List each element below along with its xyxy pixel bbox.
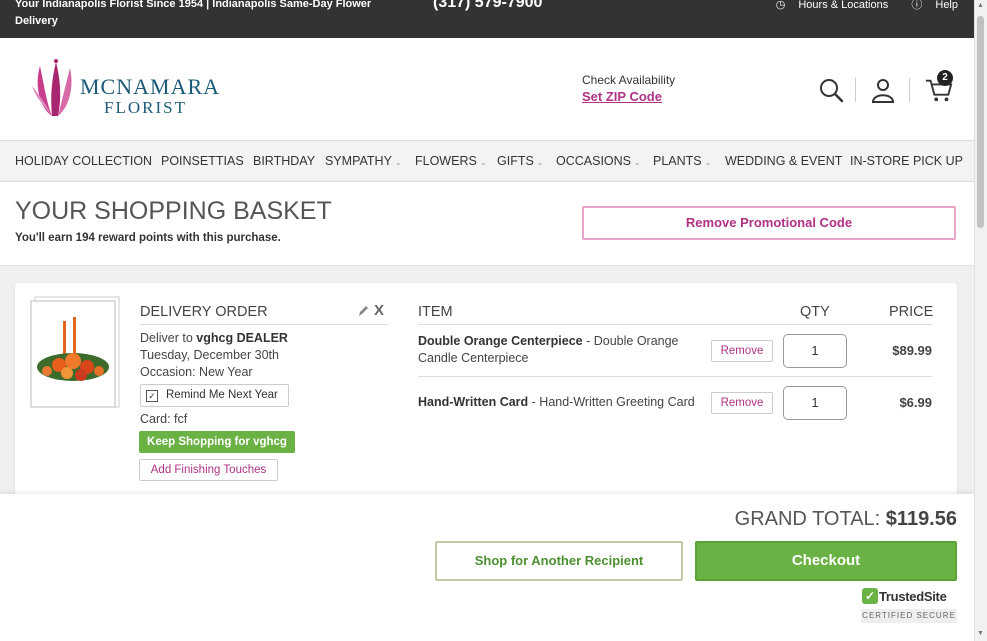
nav-item-flowers[interactable]: FLOWERS ⌄ (415, 154, 487, 168)
remove-promo-button[interactable]: Remove Promotional Code (582, 206, 956, 240)
quantity-input[interactable]: 1 (783, 334, 847, 368)
close-icon[interactable]: X (374, 302, 384, 319)
trusted-site-badge[interactable]: ✓ TrustedSite CERTIFIED SECURE (861, 587, 958, 625)
grand-total-value: $119.56 (885, 508, 957, 530)
phone-number[interactable]: (317) 579-7900 (433, 0, 542, 12)
user-icon[interactable] (869, 76, 897, 104)
delivery-order-heading: DELIVERY ORDER (140, 304, 268, 320)
divider (140, 324, 389, 325)
utility-links: ◷ Hours & Locations ⓘ Help (756, 0, 958, 12)
item-name-2: Hand-Written Card - Hand-Written Greetin… (418, 395, 695, 409)
col-header-price: PRICE (889, 304, 934, 320)
checkout-footer: GRAND TOTAL: $119.56 Shop for Another Re… (0, 494, 974, 641)
check-icon: ✓ (862, 588, 878, 604)
divider (418, 324, 932, 325)
header-divider (909, 78, 910, 102)
add-finishing-touches-button[interactable]: Add Finishing Touches (139, 459, 278, 481)
quantity-input[interactable]: 1 (783, 386, 847, 420)
top-bar: Your Indianapolis Florist Since 1954 | I… (0, 0, 974, 38)
site-logo[interactable]: MCNAMARA FLORIST (30, 56, 220, 121)
nav-item-in-store-pickup[interactable]: IN-STORE PICK UP (850, 154, 963, 168)
shop-another-recipient-button[interactable]: Shop for Another Recipient (435, 541, 683, 581)
item-price: $6.99 (899, 395, 932, 410)
site-header: MCNAMARA FLORIST Check Availability Set … (0, 38, 974, 141)
nav-item-poinsettias[interactable]: POINSETTIAS (161, 154, 244, 168)
item-price: $89.99 (892, 343, 932, 358)
card-message: Card: fcf (140, 412, 188, 426)
tagline: Your Indianapolis Florist Since 1954 | I… (15, 0, 372, 27)
recipient-name: vghcg DEALER (196, 331, 288, 345)
nav-item-holiday-collection[interactable]: HOLIDAY COLLECTION (15, 154, 152, 168)
remove-item-button[interactable]: Remove (711, 392, 773, 414)
chevron-down-icon: ⌄ (634, 158, 641, 167)
divider (418, 376, 932, 377)
col-header-qty: QTY (800, 304, 830, 320)
scroll-up-arrow-icon[interactable]: ▲ (977, 2, 984, 9)
pencil-icon[interactable] (357, 304, 369, 318)
remind-me-checkbox[interactable]: ✓ Remind Me Next Year (140, 384, 289, 407)
logo-flower-icon (32, 59, 72, 116)
scrollbar-thumb[interactable] (977, 16, 984, 228)
product-thumbnail[interactable] (29, 295, 121, 409)
nav-item-occasions[interactable]: OCCASIONS ⌄ (556, 154, 641, 168)
check-icon: ✓ (146, 390, 158, 402)
keep-shopping-button[interactable]: Keep Shopping for vghcg (139, 431, 295, 453)
chevron-down-icon: ⌄ (704, 158, 712, 167)
reward-points-text: You'll earn 194 reward points with this … (15, 232, 281, 244)
clock-icon: ◷ (775, 0, 786, 11)
set-zip-link[interactable]: Set ZIP Code (582, 89, 662, 104)
deliver-to-line: Deliver to vghcg DEALER (140, 331, 288, 345)
remove-item-button[interactable]: Remove (711, 340, 773, 362)
main-nav: HOLIDAY COLLECTION POINSETTIAS BIRTHDAY … (0, 142, 974, 182)
hours-link[interactable]: ◷ Hours & Locations (766, 0, 889, 11)
help-link[interactable]: ⓘ Help (901, 0, 958, 11)
item-name-1: Double Orange Centerpiece - Double Orang… (418, 334, 679, 365)
chevron-down-icon: ⌄ (394, 158, 402, 167)
nav-item-gifts[interactable]: GIFTS ⌄ (497, 154, 544, 168)
logo-text-line2: FLORIST (104, 98, 187, 117)
chevron-down-icon: ⌄ (536, 158, 544, 167)
nav-item-birthday[interactable]: BIRTHDAY (253, 154, 315, 168)
help-icon: ⓘ (911, 0, 923, 11)
grand-total: GRAND TOTAL: $119.56 (734, 508, 957, 530)
col-header-item: ITEM (418, 304, 453, 320)
nav-item-wedding-event[interactable]: WEDDING & EVENT (725, 154, 842, 168)
header-divider (855, 78, 856, 102)
logo-text-line1: MCNAMARA (80, 74, 221, 99)
delivery-order-card: DELIVERY ORDER X Deliver to vghcg DEALER… (15, 283, 957, 513)
checkout-button[interactable]: Checkout (695, 541, 957, 581)
nav-item-plants[interactable]: PLANTS ⌄ (653, 154, 711, 168)
scroll-down-arrow-icon[interactable]: ▼ (977, 630, 984, 637)
nav-item-sympathy[interactable]: SYMPATHY ⌄ (325, 154, 402, 168)
search-icon[interactable] (817, 76, 845, 104)
chevron-down-icon: ⌄ (479, 158, 487, 167)
cart-count-badge: 2 (937, 70, 953, 86)
basket-title-bar: YOUR SHOPPING BASKET You'll earn 194 rew… (0, 182, 974, 266)
delivery-date: Tuesday, December 30th (140, 348, 279, 362)
check-availability-label: Check Availability (582, 73, 676, 87)
occasion-text: Occasion: New Year (140, 365, 253, 379)
page-title: YOUR SHOPPING BASKET (15, 197, 332, 225)
